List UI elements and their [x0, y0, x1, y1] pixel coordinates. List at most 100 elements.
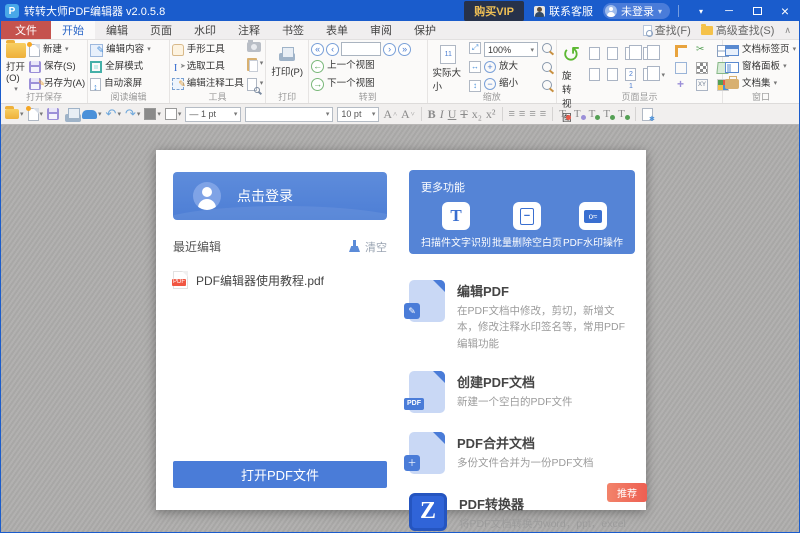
login-banner-button[interactable]: 点击登录 — [173, 172, 387, 220]
feature-create-pdf[interactable]: PDF 创建PDF文档 新建一个空白的PDF文件 — [404, 370, 635, 413]
two-page-view-button[interactable] — [625, 45, 643, 60]
next-page-button[interactable]: › — [383, 42, 397, 56]
doc-tabs-button[interactable]: 文档标签页 ▾ — [725, 42, 796, 58]
tab-bookmark[interactable]: 书签 — [271, 21, 315, 39]
align-center-button[interactable]: ≡ — [519, 108, 525, 120]
hand-tool-button[interactable]: 手形工具 — [171, 42, 244, 58]
transparency-grid-button[interactable] — [696, 62, 708, 74]
annotate-tool-button[interactable]: 编辑注释工具 — [171, 76, 244, 92]
increase-font-button[interactable]: A ˄ — [383, 107, 397, 122]
buy-vip-button[interactable]: 购买VIP — [464, 1, 524, 21]
quick-new-button[interactable]: ▾ — [25, 105, 43, 121]
fit-one-page-view-button[interactable] — [607, 47, 619, 60]
tab-annotate[interactable]: 注释 — [227, 21, 271, 39]
text-clear-style-button[interactable]: T — [618, 108, 630, 120]
fit-width-button[interactable]: ↔ — [469, 61, 482, 73]
tab-protect[interactable]: 保护 — [403, 21, 447, 39]
prev-page-button[interactable]: ‹ — [326, 42, 340, 56]
fullscreen-button[interactable]: 全屏模式 — [90, 59, 151, 75]
autoscroll-button[interactable]: 自动滚屏 — [90, 76, 151, 95]
underline-button[interactable]: U — [448, 107, 457, 122]
recent-file-item[interactable]: PDF PDF编辑器使用教程.pdf — [172, 271, 387, 289]
tab-file[interactable]: 文件 — [1, 21, 51, 39]
advanced-find-button[interactable]: 高级查找(S) — [700, 22, 774, 38]
undo-button[interactable]: ↶ ▾ — [106, 106, 121, 122]
single-page-view-button[interactable] — [589, 47, 601, 60]
guides-button[interactable] — [675, 77, 687, 91]
zoom-level-select[interactable]: 100% ▾ — [484, 42, 539, 57]
text-apply-style-button[interactable]: T — [589, 108, 601, 120]
feature-edit-pdf[interactable]: ✎ 编辑PDF 在PDF文档中修改，剪切，新增文本，修改注释水印签名等，常用PD… — [404, 280, 635, 352]
zoom-in-button[interactable]: + 放大 — [484, 59, 538, 75]
find-button[interactable]: 查找(F) — [642, 22, 691, 38]
text-save-style-button[interactable]: T — [574, 108, 586, 120]
tab-page[interactable]: 页面 — [139, 21, 183, 39]
font-family-select[interactable]: ▾ — [245, 106, 334, 122]
dynamic-zoom-button[interactable] — [541, 61, 554, 74]
select-tool-button[interactable]: 选取工具 — [172, 59, 244, 76]
properties-button[interactable] — [641, 107, 655, 123]
panes-button[interactable]: 窗格面板 ▾ — [725, 59, 796, 75]
save-button[interactable]: 保存(S) — [29, 59, 85, 75]
open-button[interactable]: 打开(O) ▾ — [3, 40, 29, 94]
subscript-button[interactable]: x₂ — [472, 107, 482, 122]
align-left-button[interactable]: ≡ — [509, 108, 515, 120]
align-justify-button[interactable]: ≡ — [540, 108, 546, 120]
prev-view-button[interactable]: ← 上一个视图 — [311, 58, 424, 74]
feature-merge-pdf[interactable]: ＋ PDF合并文档 多份文件合并为一份PDF文档 — [404, 431, 635, 474]
first-page-button[interactable]: « — [311, 42, 325, 56]
open-pdf-file-button[interactable]: 打开PDF文件 — [173, 461, 387, 488]
fit-page-button[interactable]: ⤢ — [469, 42, 482, 54]
remove-blank-pages-button[interactable]: − 批量删除空白页 — [492, 202, 562, 249]
page-order-view-button[interactable]: 2 1 — [625, 68, 637, 90]
rotate-view-button[interactable]: ↺ 旋转视图 ▾ — [559, 44, 583, 134]
fill-color-button[interactable]: ▾ — [144, 108, 161, 120]
ribbon-collapse-button[interactable]: ▾ — [687, 1, 715, 21]
stroke-color-button[interactable]: ▾ — [164, 108, 181, 120]
italic-button[interactable]: I — [440, 107, 444, 122]
tab-form[interactable]: 表单 — [315, 21, 359, 39]
contact-support-button[interactable]: 联系客服 — [533, 3, 593, 19]
text-copy-style-button[interactable]: T — [603, 108, 616, 120]
ribbon-minimize-chevron[interactable]: ∧ — [784, 25, 791, 36]
strikethrough-button[interactable]: T — [460, 107, 467, 122]
tab-review[interactable]: 审阅 — [359, 21, 403, 39]
page-number-input[interactable] — [341, 42, 382, 56]
tab-edit[interactable]: 编辑 — [95, 21, 139, 39]
minimize-button[interactable]: ─ — [715, 1, 743, 21]
bold-button[interactable]: B — [428, 107, 436, 122]
actual-size-button[interactable]: 11 实际大小 — [430, 44, 468, 94]
clear-recent-button[interactable]: 清空 — [348, 239, 387, 255]
superscript-button[interactable]: x² — [486, 107, 496, 122]
font-size-select[interactable]: 10 pt ▾ — [337, 106, 380, 122]
close-button[interactable]: × — [771, 1, 799, 21]
crop-tool-button[interactable] — [675, 45, 687, 57]
watermark-tool-button[interactable]: o≈ PDF水印操作 — [563, 202, 623, 249]
split-view-button[interactable] — [643, 66, 661, 81]
continuous-facing-view-button[interactable] — [607, 68, 619, 81]
print-button[interactable]: 打印(P) — [268, 46, 306, 79]
continuous-view-button[interactable] — [589, 68, 601, 81]
clipboard-button[interactable]: ▾ — [246, 56, 263, 72]
ocr-feature-button[interactable]: T 扫描件文字识别 — [421, 202, 491, 249]
snapshot-button[interactable] — [246, 40, 264, 52]
find-tool-button[interactable]: ▾ — [246, 76, 263, 93]
coordinates-button[interactable]: XY — [696, 79, 708, 91]
feature-pdf-converter[interactable]: Z PDF转换器 将PDF文档转换为word，ppt，excel等常用文档格式 … — [409, 482, 647, 533]
marquee-zoom-button[interactable] — [541, 42, 554, 55]
edit-content-button[interactable]: 编辑内容▾ — [90, 42, 151, 58]
tab-home[interactable]: 开始 — [51, 21, 95, 39]
login-status-button[interactable]: 未登录 ▾ — [602, 3, 670, 19]
align-right-button[interactable]: ≡ — [529, 108, 535, 120]
redo-button[interactable]: ↷ ▾ — [125, 106, 140, 122]
quick-open-button[interactable]: ▾ — [5, 106, 24, 119]
quick-stamp-button[interactable]: ▾ — [82, 109, 102, 119]
save-as-button[interactable]: ✎ 另存为(A) — [29, 76, 85, 92]
tab-watermark[interactable]: 水印 — [183, 21, 227, 39]
doc-set-button[interactable]: 文档集 ▾ — [725, 76, 796, 92]
snip-tool-button[interactable] — [696, 44, 708, 57]
quick-print-button[interactable] — [63, 108, 82, 122]
line-width-select[interactable]: — 1 pt ▾ — [185, 106, 242, 122]
maximize-button[interactable] — [743, 1, 771, 21]
last-page-button[interactable]: » — [398, 42, 412, 56]
